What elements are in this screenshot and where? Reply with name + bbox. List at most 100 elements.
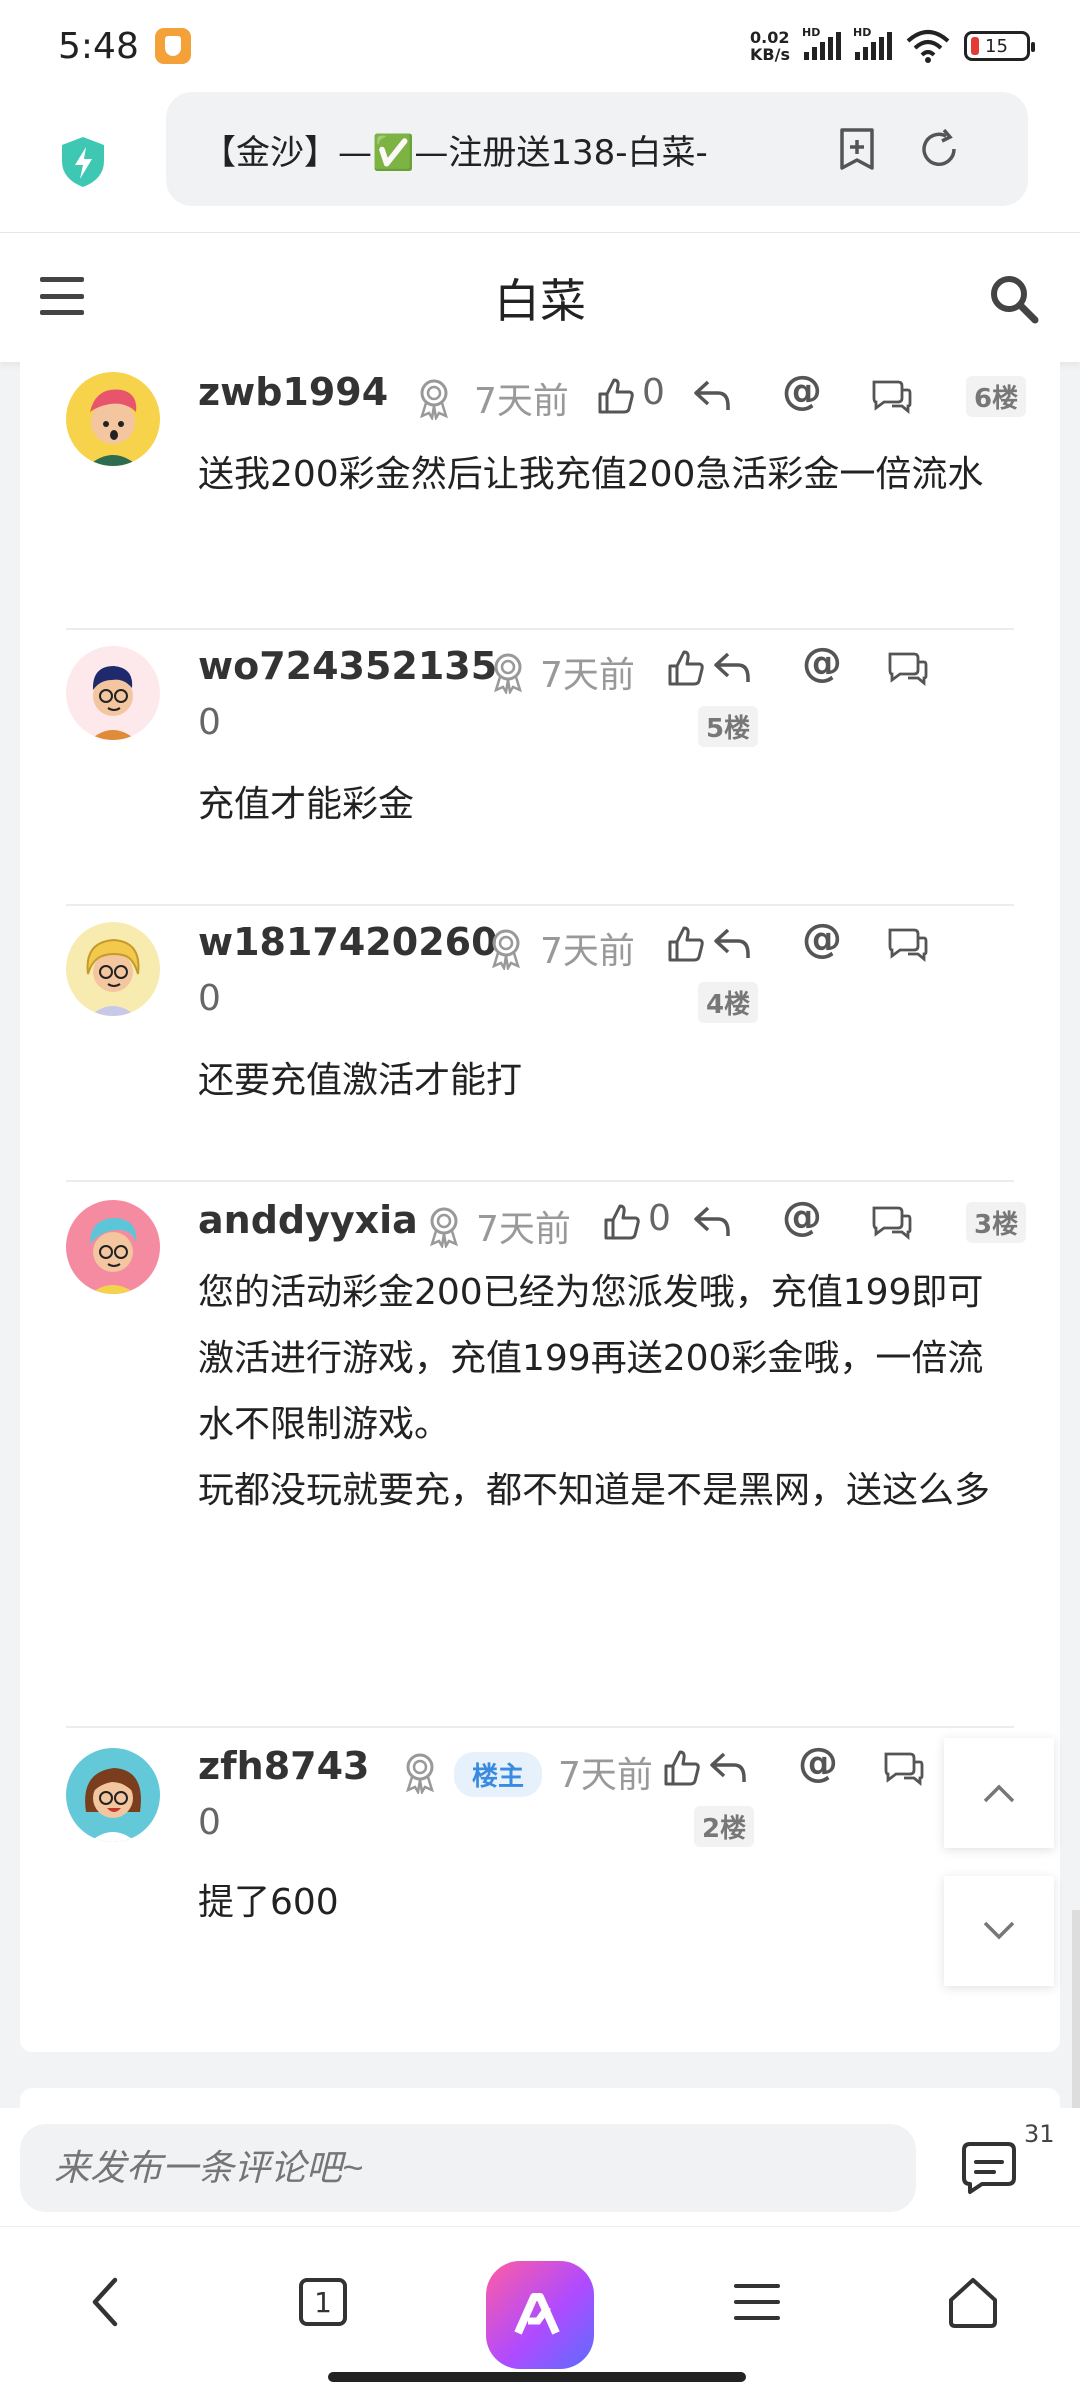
reply-icon[interactable] bbox=[712, 648, 752, 688]
medal-icon bbox=[494, 653, 522, 694]
network-speed: 0.02 KB/s bbox=[750, 29, 790, 63]
floor-number: 6楼 bbox=[966, 376, 1027, 417]
like-icon[interactable] bbox=[666, 648, 706, 688]
scroll-down-button[interactable] bbox=[944, 1876, 1054, 1986]
avatar[interactable] bbox=[66, 372, 160, 466]
page-title: 白菜 bbox=[494, 273, 586, 328]
app-logo-icon bbox=[514, 2293, 560, 2335]
comments-icon[interactable] bbox=[958, 2140, 1020, 2196]
scrollbar[interactable] bbox=[1072, 1910, 1080, 2130]
comment-body: 送我200彩金然后让我充值200急活彩金一倍流水 bbox=[198, 454, 984, 495]
refresh-icon[interactable] bbox=[916, 126, 962, 172]
comment-username[interactable]: zfh8743 bbox=[198, 1744, 369, 1788]
comment-username[interactable]: anddyyxia bbox=[198, 1198, 418, 1242]
comment-username[interactable]: zwb1994 bbox=[198, 370, 388, 414]
reply-icon[interactable] bbox=[692, 376, 732, 416]
back-button[interactable] bbox=[70, 2267, 140, 2337]
floor-number: 3楼 bbox=[966, 1202, 1027, 1243]
mention-icon[interactable]: @ bbox=[802, 916, 842, 962]
avatar[interactable] bbox=[66, 646, 160, 740]
mention-icon[interactable]: @ bbox=[782, 1194, 822, 1240]
network-speed-value: 0.02 bbox=[750, 28, 790, 47]
signal-hd-label: HD bbox=[802, 26, 821, 39]
like-icon[interactable] bbox=[602, 1202, 642, 1242]
signal-icon: HD bbox=[853, 26, 892, 60]
network-speed-unit: KB/s bbox=[750, 45, 790, 64]
like-icon[interactable] bbox=[596, 376, 636, 416]
back-icon bbox=[92, 2277, 118, 2327]
address-bar[interactable]: 【金沙】—✅—注册送138-白菜- bbox=[166, 92, 1028, 206]
comment-item: zfh8743 楼主 7天前 @ 0 2楼 提了600 bbox=[66, 1740, 1036, 2044]
chevron-up-icon bbox=[983, 1784, 1015, 1803]
comment-body: 提了600 bbox=[198, 1882, 339, 1923]
status-bar: 5:48 0.02 KB/s HD HD 15 bbox=[0, 0, 1080, 92]
page-url-title[interactable]: 【金沙】—✅—注册送138-白菜- bbox=[202, 125, 762, 174]
medal-icon bbox=[406, 1753, 434, 1794]
notification-app-icon bbox=[154, 28, 191, 64]
reply-icon[interactable] bbox=[712, 924, 752, 964]
chat-icon[interactable] bbox=[884, 924, 930, 964]
avatar[interactable] bbox=[66, 1200, 160, 1294]
mention-icon[interactable]: @ bbox=[782, 368, 822, 414]
chevron-down-icon bbox=[983, 1921, 1015, 1940]
tabs-button[interactable]: 1 bbox=[288, 2267, 358, 2337]
chat-icon[interactable] bbox=[868, 376, 914, 416]
comment-body-paragraph: 您的活动彩金200已经为您派发哦，充值199即可激活进行游戏，充值199再送20… bbox=[198, 1272, 984, 1445]
menu-button[interactable] bbox=[722, 2267, 792, 2337]
floor-number: 5楼 bbox=[698, 706, 759, 747]
comment-item: zwb1994 7天前 0 @ 6楼 送我200彩金然后让我充值200急活彩金一… bbox=[66, 362, 1036, 622]
medal-icon bbox=[492, 929, 520, 970]
comment-username[interactable]: wo724352135 bbox=[198, 644, 497, 688]
search-icon[interactable] bbox=[988, 273, 1040, 325]
like-count: 0 bbox=[198, 978, 221, 1019]
comment-time: 7天前 bbox=[540, 931, 635, 972]
comment-divider bbox=[66, 628, 1014, 630]
menu-icon[interactable] bbox=[40, 277, 84, 315]
floor-number: 2楼 bbox=[694, 1806, 755, 1847]
reply-icon[interactable] bbox=[708, 1748, 748, 1788]
like-count: 0 bbox=[642, 372, 665, 413]
comment-input[interactable] bbox=[20, 2124, 916, 2212]
like-icon[interactable] bbox=[662, 1748, 702, 1788]
home-button[interactable] bbox=[938, 2267, 1008, 2337]
scroll-up-button[interactable] bbox=[944, 1738, 1054, 1848]
comment-divider bbox=[66, 1180, 1014, 1182]
browser-toolbar: 【金沙】—✅—注册送138-白菜- bbox=[0, 92, 1080, 232]
battery-percent: 15 bbox=[985, 35, 1008, 57]
comment-body: 还要充值激活才能打 bbox=[198, 1060, 523, 1101]
chat-icon[interactable] bbox=[884, 648, 930, 688]
mention-icon[interactable]: @ bbox=[798, 1740, 838, 1786]
comment-divider bbox=[66, 904, 1014, 906]
comment-time: 7天前 bbox=[476, 1209, 571, 1250]
comment-item: anddyyxia 7天前 0 @ 3楼 您的活动彩金200已经为您派发哦，充值… bbox=[66, 1194, 1036, 1718]
tabs-icon: 1 bbox=[299, 2278, 347, 2326]
shield-icon[interactable] bbox=[58, 135, 108, 189]
like-count: 0 bbox=[198, 702, 221, 743]
like-icon[interactable] bbox=[666, 924, 706, 964]
avatar[interactable] bbox=[66, 922, 160, 1016]
tabs-count: 1 bbox=[314, 2285, 332, 2319]
status-time: 5:48 bbox=[58, 25, 139, 67]
chat-icon[interactable] bbox=[868, 1202, 914, 1242]
reply-icon[interactable] bbox=[692, 1202, 732, 1242]
wifi-icon bbox=[906, 29, 950, 63]
app-logo-button[interactable] bbox=[486, 2261, 594, 2369]
comment-list: zwb1994 7天前 0 @ 6楼 送我200彩金然后让我充值200急活彩金一… bbox=[20, 362, 1060, 2052]
like-count: 0 bbox=[198, 1802, 221, 1843]
like-count: 0 bbox=[648, 1198, 671, 1239]
comment-username[interactable]: w1817420260 bbox=[198, 920, 498, 964]
mention-icon[interactable]: @ bbox=[802, 640, 842, 686]
status-indicators: 0.02 KB/s HD HD 15 bbox=[750, 26, 1035, 63]
comment-body: 充值才能彩金 bbox=[198, 784, 415, 825]
chat-icon[interactable] bbox=[880, 1748, 926, 1788]
avatar[interactable] bbox=[66, 1748, 160, 1842]
comment-divider bbox=[66, 1726, 1014, 1728]
medal-icon bbox=[430, 1207, 458, 1248]
comment-item: w1817420260 7天前 @ 0 4楼 还要充值激活才能打 bbox=[66, 916, 1036, 1180]
home-indicator[interactable] bbox=[328, 2372, 746, 2382]
comment-time: 7天前 bbox=[558, 1755, 653, 1796]
page-header: 白菜 bbox=[0, 232, 1080, 362]
comment-bar: 31 bbox=[0, 2108, 1080, 2226]
comment-time: 7天前 bbox=[474, 381, 569, 422]
add-bookmark-icon[interactable] bbox=[834, 126, 880, 172]
